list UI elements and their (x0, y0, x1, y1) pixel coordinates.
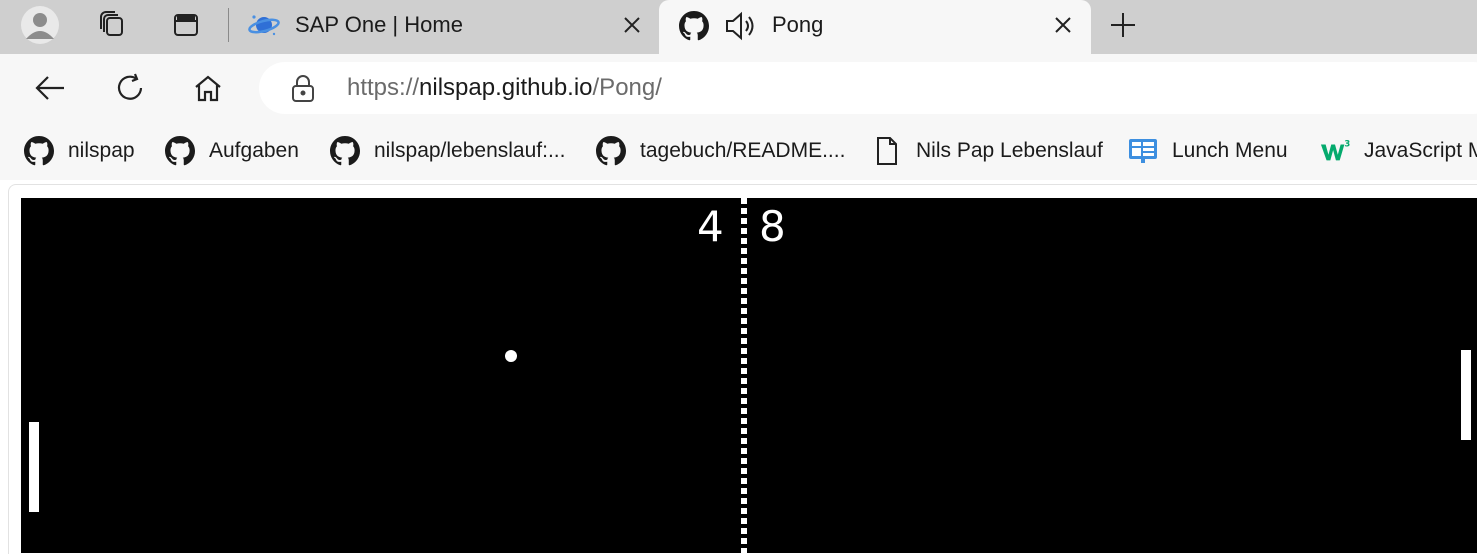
address-bar[interactable]: https://nilspap.github.io/Pong/ (259, 62, 1477, 114)
favorite-label: tagebuch/README.... (640, 139, 846, 162)
right-paddle (1461, 350, 1471, 440)
score-right: 8 (759, 202, 786, 251)
ball (505, 350, 517, 362)
url-text[interactable]: https://nilspap.github.io/Pong/ (347, 74, 662, 102)
refresh-icon (117, 73, 143, 100)
new-tab-button[interactable] (1103, 5, 1143, 45)
workspaces-button[interactable] (92, 5, 132, 45)
github-icon (596, 136, 626, 166)
close-icon (1055, 17, 1071, 33)
refresh-button[interactable] (108, 66, 152, 110)
document-icon (872, 136, 902, 166)
plus-icon (1111, 13, 1135, 37)
favorite-lunch-menu[interactable]: Lunch Menu (1128, 136, 1288, 166)
tab-close-button[interactable] (617, 10, 647, 40)
favorite-aufgaben[interactable]: Aufgaben (165, 136, 299, 166)
github-icon (24, 136, 54, 166)
back-arrow-icon (35, 76, 64, 100)
url-path: /Pong/ (592, 74, 662, 101)
home-icon (195, 75, 221, 102)
url-scheme: https:// (347, 74, 420, 101)
favorite-nils-pap-lebenslauf[interactable]: Nils Pap Lebenslauf (872, 136, 1103, 166)
favorite-label: Lunch Menu (1172, 139, 1288, 162)
svg-text:3: 3 (1344, 138, 1350, 148)
pong-canvas[interactable]: 4 8 (21, 198, 1477, 553)
favorites-bar: nilspap Aufgaben nilspap/lebenslauf:... … (0, 122, 1477, 180)
favorite-lebenslauf[interactable]: nilspap/lebenslauf:... (330, 136, 565, 166)
center-net-line (741, 198, 747, 553)
github-icon (165, 136, 195, 166)
vertical-tabs-button[interactable] (166, 5, 206, 45)
favorite-label: Nils Pap Lebenslauf (916, 139, 1103, 162)
tab-actions-icon (174, 14, 198, 36)
tab-sap-one[interactable]: SAP One | Home (232, 0, 657, 50)
favorite-label: Aufgaben (209, 139, 299, 162)
avatar-icon (21, 6, 59, 44)
sap-planet-icon (248, 15, 280, 36)
tab-pong[interactable]: Pong (659, 0, 1091, 54)
workspaces-icon (100, 11, 123, 36)
favorite-label: JavaScript M (1364, 139, 1477, 162)
home-button[interactable] (186, 66, 230, 110)
github-icon (330, 136, 360, 166)
tab-close-button[interactable] (1048, 10, 1078, 40)
score-left: 4 (697, 202, 724, 251)
tab-separator (228, 8, 229, 42)
back-button[interactable] (28, 66, 72, 110)
tab-title: Pong (772, 12, 824, 37)
url-domain: nilspap.github.io (419, 74, 593, 101)
favorite-javascript[interactable]: 3 JavaScript M (1320, 136, 1477, 166)
tab-title: SAP One | Home (295, 12, 463, 37)
speaker-icon[interactable] (723, 10, 757, 42)
close-icon (624, 17, 640, 33)
profile-button[interactable] (20, 5, 60, 45)
w3schools-icon: 3 (1320, 136, 1350, 166)
github-icon (679, 11, 709, 41)
lunch-menu-icon (1128, 136, 1158, 166)
favorite-label: nilspap/lebenslauf:... (374, 139, 566, 162)
favorite-tagebuch[interactable]: tagebuch/README.... (596, 136, 845, 166)
left-paddle (29, 422, 39, 512)
browser-toolbar: https://nilspap.github.io/Pong/ (0, 54, 1477, 122)
tab-strip: SAP One | Home Pong (0, 0, 1477, 54)
lock-icon[interactable] (291, 75, 315, 103)
favorite-label: nilspap (68, 139, 135, 162)
favorite-nilspap[interactable]: nilspap (24, 136, 135, 166)
